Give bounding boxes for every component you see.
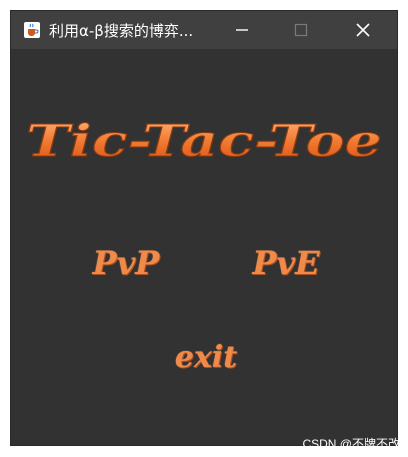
title-bar[interactable]: 利用α-β搜索的博弈...: [11, 11, 397, 49]
minimize-icon: [236, 29, 248, 31]
pvp-button[interactable]: PvP: [76, 239, 176, 287]
watermark-text: CSDN @不牌不改: [302, 437, 400, 451]
maximize-icon: [294, 23, 308, 37]
close-icon: [356, 23, 370, 37]
java-coffee-cup-icon: [24, 22, 40, 38]
close-button[interactable]: [337, 11, 389, 49]
window-title: 利用α-β搜索的博弈...: [49, 22, 194, 40]
maximize-button[interactable]: [275, 11, 327, 49]
pve-button[interactable]: PvE: [236, 239, 336, 287]
exit-button[interactable]: exit: [156, 334, 256, 382]
app-window: 利用α-β搜索的博弈... Tic-Tac-Toe PvP PvE exit: [11, 11, 397, 445]
logo-text: Tic-Tac-Toe: [26, 116, 382, 167]
tic-tac-toe-logo: Tic-Tac-Toe: [26, 116, 383, 168]
minimize-button[interactable]: [216, 11, 268, 49]
